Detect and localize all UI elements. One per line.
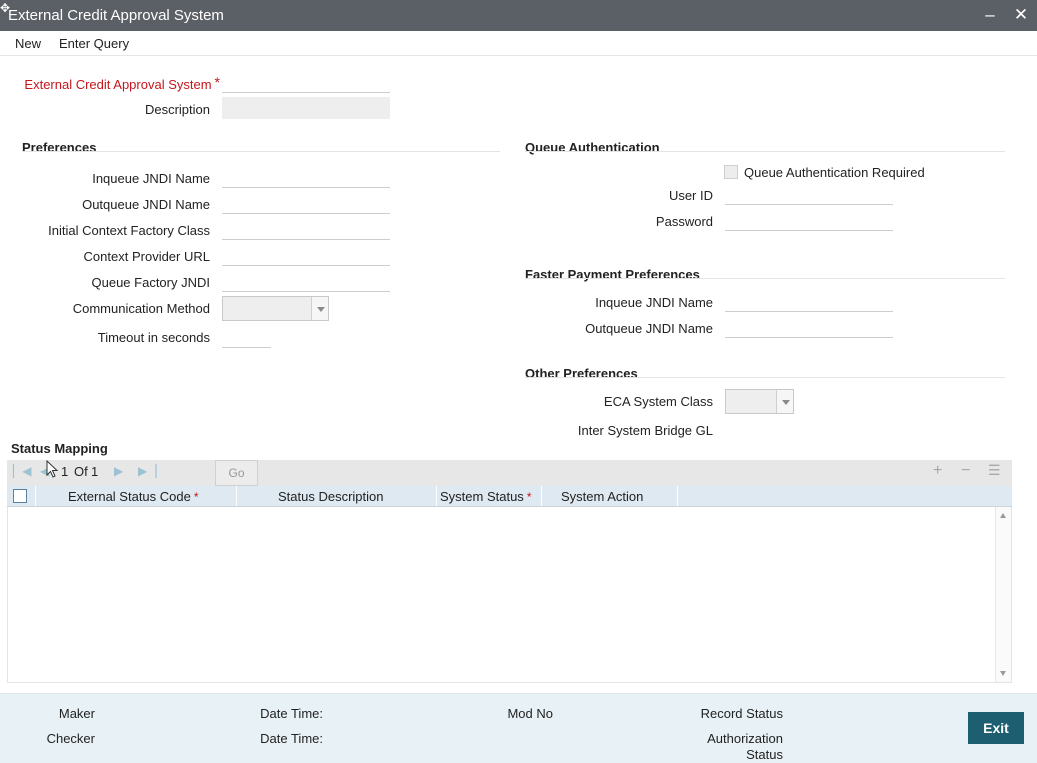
- system-label: External Credit Approval System *: [24, 74, 220, 92]
- other-preferences-divider: [525, 377, 1005, 378]
- password-input[interactable]: [725, 209, 893, 231]
- context-provider-label: Context Provider URL: [83, 249, 210, 264]
- user-id-label: User ID: [668, 188, 713, 203]
- context-provider-input[interactable]: [222, 244, 390, 266]
- dropdown-arrow-icon: [776, 390, 793, 413]
- communication-method-label: Communication Method: [72, 301, 210, 316]
- description-input[interactable]: [222, 97, 390, 119]
- fp-inqueue-jndi-label: Inqueue JNDI Name: [595, 295, 713, 310]
- eca-system-class-label: ECA System Class: [603, 394, 713, 409]
- column-status-description[interactable]: Status Description: [278, 489, 384, 504]
- fp-outqueue-jndi-input[interactable]: [725, 316, 893, 338]
- authorization-status-label-line1: Authorization: [707, 731, 783, 746]
- queue-auth-divider: [525, 151, 1005, 152]
- grid-header: External Status Code * Status Description…: [7, 486, 1012, 507]
- grid-toolbar: ▏◀ ◀ 1 Of 1 ▶ ▶▕ Go + − ☰: [7, 460, 1012, 486]
- inqueue-jndi-label: Inqueue JNDI Name: [92, 171, 210, 186]
- column-external-status-code[interactable]: External Status Code *: [68, 489, 199, 504]
- column-separator: [436, 486, 437, 506]
- system-input[interactable]: [222, 71, 390, 93]
- fp-outqueue-jndi-label: Outqueue JNDI Name: [585, 321, 713, 336]
- column-separator: [35, 486, 36, 506]
- first-page-icon[interactable]: ▏◀: [13, 464, 31, 478]
- queue-auth-required-checkbox[interactable]: [724, 165, 738, 179]
- menu-enter-query[interactable]: Enter Query: [59, 36, 129, 51]
- preferences-divider: [22, 151, 500, 152]
- timeout-label: Timeout in seconds: [97, 330, 210, 345]
- column-system-action[interactable]: System Action: [561, 489, 643, 504]
- other-preferences-heading: Other Preferences: [525, 366, 638, 381]
- inter-system-gl-label: Inter System Bridge GL: [577, 423, 713, 438]
- scroll-down-icon[interactable]: [1000, 671, 1006, 676]
- exit-button[interactable]: Exit: [968, 712, 1024, 744]
- authorization-status-label-line2: Status: [746, 747, 783, 762]
- queue-factory-input[interactable]: [222, 270, 390, 292]
- checker-label: Checker: [46, 731, 95, 746]
- status-mapping-heading: Status Mapping: [11, 441, 108, 456]
- current-page: 1: [61, 464, 69, 479]
- fp-inqueue-jndi-input[interactable]: [725, 290, 893, 312]
- password-label: Password: [655, 214, 713, 229]
- column-separator: [677, 486, 678, 506]
- select-all-checkbox[interactable]: [13, 489, 27, 503]
- column-separator: [236, 486, 237, 506]
- checker-date-time-label: Date Time:: [260, 731, 323, 746]
- window-title: External Credit Approval System: [8, 7, 224, 24]
- eca-system-class-select[interactable]: [725, 389, 794, 414]
- total-pages: 1: [91, 464, 99, 479]
- grid-body: [7, 507, 1012, 683]
- communication-method-select[interactable]: [222, 296, 329, 321]
- column-separator: [541, 486, 542, 506]
- page-of-label: Of: [74, 464, 88, 479]
- column-system-status[interactable]: System Status *: [440, 489, 531, 504]
- dropdown-arrow-icon: [311, 297, 328, 320]
- audit-footer: Maker Checker Date Time: Date Time: Mod …: [0, 693, 1037, 763]
- initial-context-input[interactable]: [222, 218, 390, 240]
- close-icon[interactable]: ✕: [1011, 4, 1031, 26]
- last-page-icon[interactable]: ▶▕: [138, 464, 156, 478]
- scroll-up-icon[interactable]: [1000, 513, 1006, 518]
- mod-no-label: Mod No: [507, 706, 553, 721]
- grid-scrollbar[interactable]: [995, 507, 1011, 682]
- mouse-cursor-icon: [46, 460, 58, 478]
- record-status-label: Record Status: [700, 706, 783, 721]
- description-label: Description: [144, 102, 210, 117]
- menu-bar: New Enter Query: [0, 31, 1037, 56]
- timeout-input[interactable]: [222, 326, 271, 348]
- columns-icon[interactable]: ☰: [988, 462, 1001, 479]
- go-button[interactable]: Go: [215, 460, 258, 486]
- user-id-input[interactable]: [725, 183, 893, 205]
- outqueue-jndi-label: Outqueue JNDI Name: [82, 197, 210, 212]
- maker-date-time-label: Date Time:: [260, 706, 323, 721]
- menu-new[interactable]: New: [15, 36, 41, 51]
- queue-auth-heading: Queue Authentication: [525, 140, 660, 155]
- queue-auth-required-label: Queue Authentication Required: [744, 165, 925, 180]
- add-row-icon[interactable]: +: [933, 462, 942, 480]
- next-page-icon[interactable]: ▶: [114, 464, 123, 478]
- faster-payment-heading: Faster Payment Preferences: [525, 267, 700, 282]
- queue-factory-label: Queue Factory JNDI: [91, 275, 211, 290]
- faster-payment-divider: [525, 278, 1005, 279]
- minimize-icon[interactable]: ‒: [980, 4, 1000, 26]
- inqueue-jndi-input[interactable]: [222, 166, 390, 188]
- maker-label: Maker: [58, 706, 95, 721]
- preferences-heading: Preferences: [22, 140, 97, 155]
- delete-row-icon[interactable]: −: [961, 462, 970, 480]
- window-title-bar: ✥ External Credit Approval System ‒ ✕: [0, 0, 1037, 31]
- initial-context-label: Initial Context Factory Class: [48, 223, 210, 238]
- outqueue-jndi-input[interactable]: [222, 192, 390, 214]
